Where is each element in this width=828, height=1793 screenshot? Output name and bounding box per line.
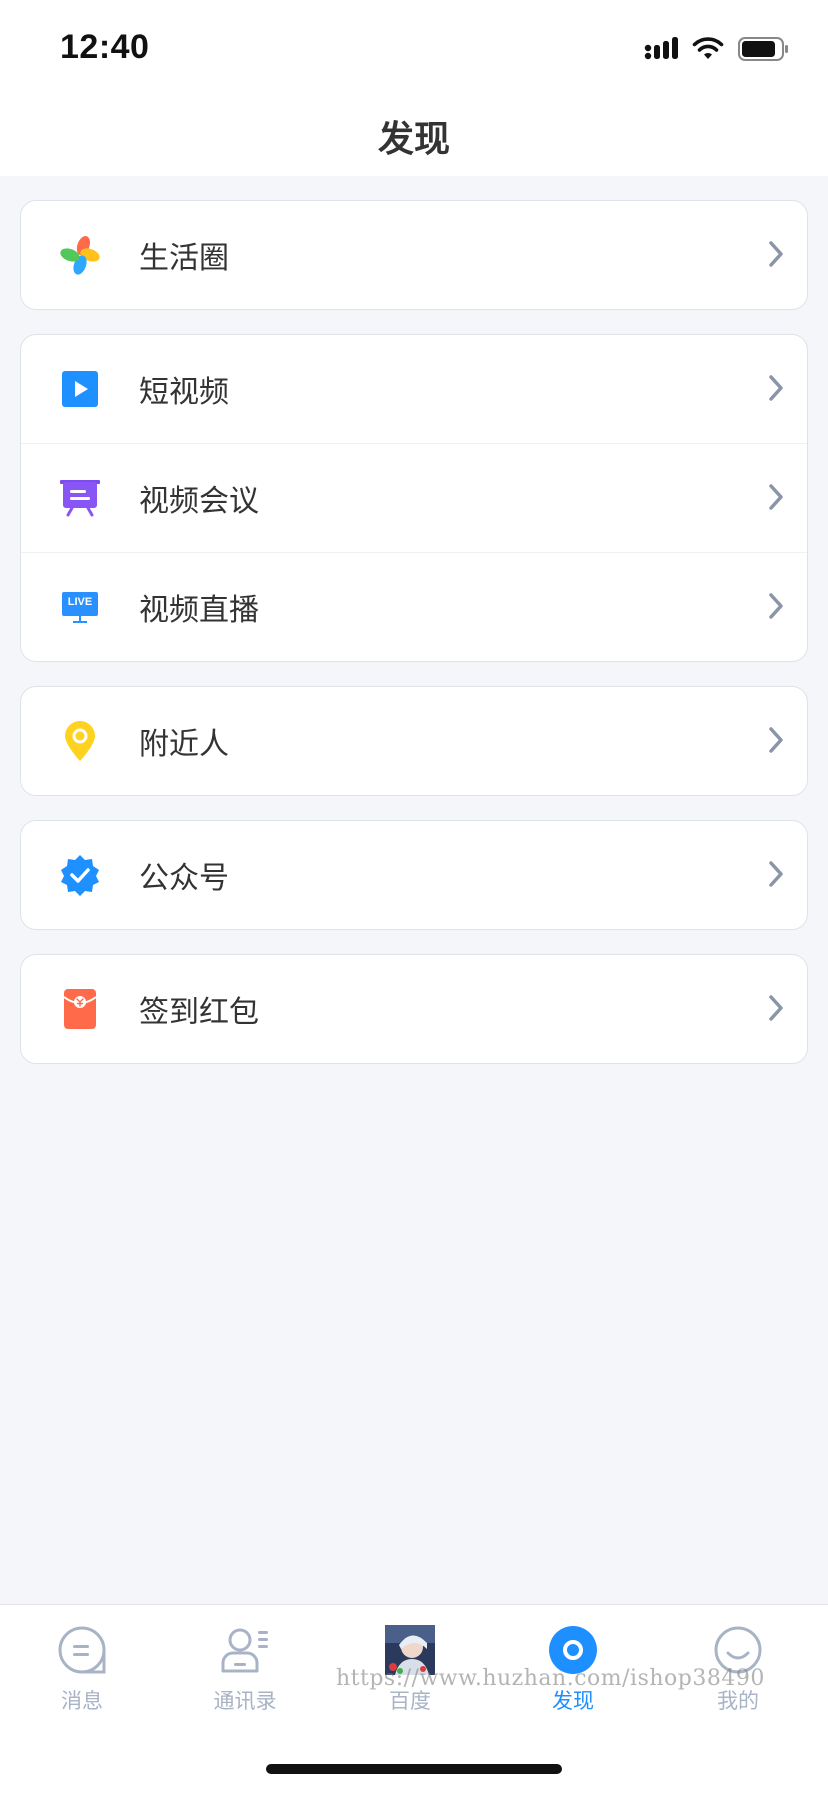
tab-label: 消息 bbox=[61, 1689, 103, 1713]
chevron-right-icon bbox=[769, 861, 783, 887]
location-pin-icon bbox=[59, 720, 101, 762]
menu-item-checkin-red-packet[interactable]: 签到红包 bbox=[21, 955, 807, 1063]
chevron-right-icon bbox=[769, 241, 783, 267]
tab-label: 通讯录 bbox=[213, 1689, 277, 1713]
discover-menu: 生活圈 短视频 视频会议 LIVE 视频直播 附近人 公众号 签到红包 bbox=[20, 200, 808, 1088]
chat-bubble-icon bbox=[58, 1626, 106, 1674]
menu-group: 签到红包 bbox=[20, 954, 808, 1064]
live-icon-text: LIVE bbox=[67, 596, 93, 608]
live-icon: LIVE bbox=[59, 586, 101, 628]
page-title: 发现 bbox=[377, 119, 450, 160]
menu-item-label: 视频会议 bbox=[139, 484, 259, 519]
meeting-board-icon bbox=[59, 477, 101, 519]
nav-bar: 发现 bbox=[0, 100, 828, 176]
tab-messages[interactable]: 消息 bbox=[22, 1625, 142, 1725]
menu-group: 公众号 bbox=[20, 820, 808, 930]
menu-item-label: 附近人 bbox=[139, 727, 229, 762]
status-bar: 12:40 bbox=[0, 0, 828, 100]
watermark: https://www.huzhan.com/ishop38490 bbox=[336, 1666, 765, 1691]
menu-item-official-accounts[interactable]: 公众号 bbox=[21, 821, 807, 929]
menu-item-short-video[interactable]: 短视频 bbox=[21, 335, 807, 444]
menu-group: 附近人 bbox=[20, 686, 808, 796]
menu-group: 短视频 视频会议 LIVE 视频直播 bbox=[20, 334, 808, 662]
menu-item-video-meeting[interactable]: 视频会议 bbox=[21, 444, 807, 553]
chevron-right-icon bbox=[769, 375, 783, 401]
chevron-right-icon bbox=[769, 484, 783, 510]
red-envelope-icon bbox=[59, 988, 101, 1030]
home-indicator bbox=[266, 1764, 562, 1774]
status-icons bbox=[644, 34, 790, 64]
status-time: 12:40 bbox=[60, 28, 150, 66]
menu-item-nearby-people[interactable]: 附近人 bbox=[21, 687, 807, 795]
chevron-right-icon bbox=[769, 593, 783, 619]
menu-item-label: 视频直播 bbox=[139, 593, 259, 628]
menu-item-life-circle[interactable]: 生活圈 bbox=[21, 201, 807, 309]
chevron-right-icon bbox=[769, 727, 783, 753]
menu-item-label: 签到红包 bbox=[139, 995, 259, 1030]
menu-group: 生活圈 bbox=[20, 200, 808, 310]
menu-item-label: 公众号 bbox=[139, 861, 229, 896]
chevron-right-icon bbox=[769, 995, 783, 1021]
contacts-icon bbox=[221, 1628, 268, 1673]
pinwheel-icon bbox=[59, 234, 101, 276]
battery-icon bbox=[738, 37, 788, 61]
menu-item-label: 短视频 bbox=[139, 375, 229, 410]
menu-item-live-stream[interactable]: LIVE 视频直播 bbox=[21, 553, 807, 661]
menu-item-label: 生活圈 bbox=[139, 241, 229, 276]
wifi-icon bbox=[692, 37, 724, 59]
tab-contacts[interactable]: 通讯录 bbox=[185, 1625, 305, 1725]
signal-icon bbox=[644, 37, 678, 60]
play-icon bbox=[59, 368, 101, 410]
verified-badge-icon bbox=[59, 854, 101, 896]
